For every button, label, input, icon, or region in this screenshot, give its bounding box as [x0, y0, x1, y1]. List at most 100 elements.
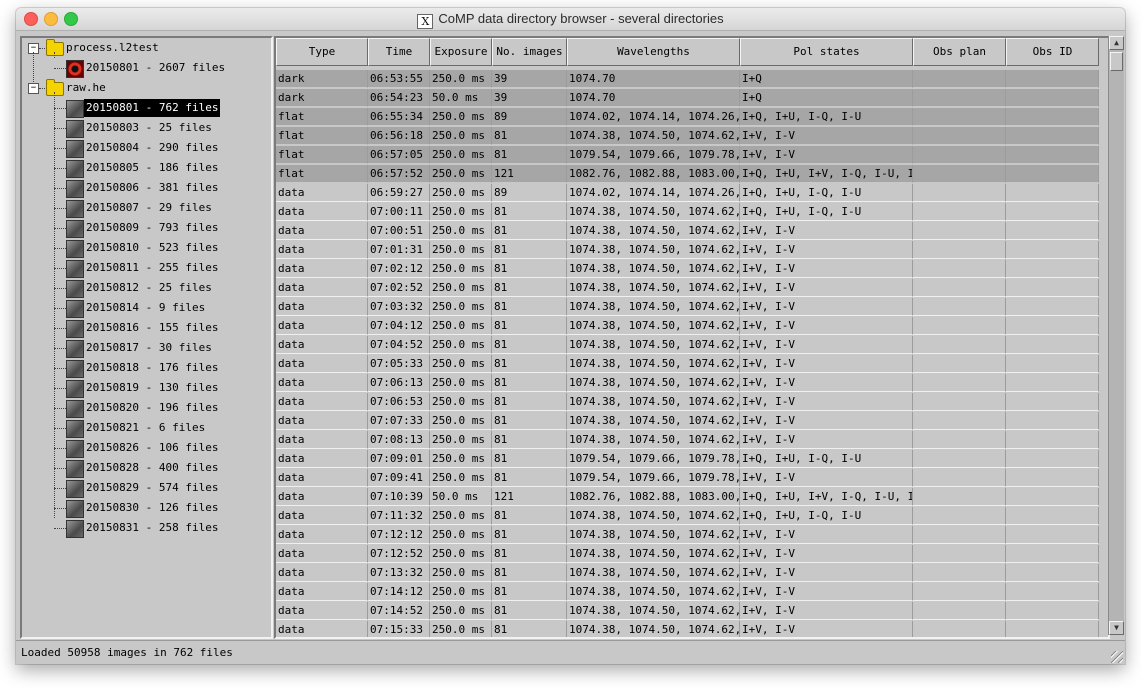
tree-item[interactable]: 20150816 - 155 files	[22, 318, 271, 338]
tree-item[interactable]: 20150809 - 793 files	[22, 218, 271, 238]
tree-item[interactable]: 20150801 - 762 files	[22, 98, 271, 118]
table-row[interactable]: data 07:12:12 250.0 ms 81 1074.38, 1074.50, …	[276, 526, 1099, 545]
cell-no-images: 81	[492, 279, 567, 297]
table-row[interactable]: dark 06:54:23 50.0 ms 39 1074.70 I+Q	[276, 89, 1099, 108]
scroll-down-arrow-icon[interactable]: ▼	[1109, 621, 1124, 635]
scrollbar-thumb[interactable]	[1110, 52, 1123, 71]
tree-item[interactable]: 20150829 - 574 files	[22, 478, 271, 498]
table-row[interactable]: data 07:05:33 250.0 ms 81 1074.38, 1074.50, …	[276, 355, 1099, 374]
cell-obs-plan	[913, 355, 1006, 373]
table-row[interactable]: data 07:14:12 250.0 ms 81 1074.38, 1074.50, …	[276, 583, 1099, 602]
scroll-up-arrow-icon[interactable]: ▲	[1109, 36, 1124, 50]
tree-item[interactable]: 20150820 - 196 files	[22, 398, 271, 418]
table-vertical-scrollbar[interactable]: ▲ ▼	[1108, 36, 1124, 635]
table-row[interactable]: data 07:09:01 250.0 ms 81 1079.54, 1079.66, …	[276, 450, 1099, 469]
table-row[interactable]: flat 06:56:18 250.0 ms 81 1074.38, 1074.50, …	[276, 127, 1099, 146]
cell-exposure: 250.0 ms	[430, 564, 492, 582]
table-row[interactable]: data 07:06:53 250.0 ms 81 1074.38, 1074.50, …	[276, 393, 1099, 412]
resize-grip-icon[interactable]	[1111, 651, 1123, 663]
column-header-obs-plan[interactable]: Obs plan	[913, 38, 1006, 66]
cell-obs-plan	[913, 146, 1006, 164]
table-row[interactable]: data 07:13:32 250.0 ms 81 1074.38, 1074.50, …	[276, 564, 1099, 583]
cell-obs-plan	[913, 336, 1006, 354]
cell-no-images: 81	[492, 336, 567, 354]
tree-root-row[interactable]: − process.l2test	[22, 38, 271, 58]
table-row[interactable]: flat 06:57:52 250.0 ms 121 1082.76, 1082.88,…	[276, 165, 1099, 184]
tree-item[interactable]: 20150806 - 381 files	[22, 178, 271, 198]
table-row[interactable]: flat 06:55:34 250.0 ms 89 1074.02, 1074.14, …	[276, 108, 1099, 127]
cell-obs-plan	[913, 469, 1006, 487]
tree-item[interactable]: 20150803 - 25 files	[22, 118, 271, 138]
table-row[interactable]: data 07:15:33 250.0 ms 81 1074.38, 1074.50, …	[276, 621, 1099, 637]
table-row[interactable]: data 07:02:52 250.0 ms 81 1074.38, 1074.50, …	[276, 279, 1099, 298]
tree-item[interactable]: 20150818 - 176 files	[22, 358, 271, 378]
file-table[interactable]: Type Time Exposure No. images Wavelengths Pol…	[274, 36, 1110, 639]
table-row[interactable]: dark 06:53:55 250.0 ms 39 1074.70 I+Q	[276, 70, 1099, 89]
column-header-wavelengths[interactable]: Wavelengths	[567, 38, 740, 66]
column-header-no-images[interactable]: No. images	[492, 38, 567, 66]
table-row[interactable]: data 06:59:27 250.0 ms 89 1074.02, 1074.14, …	[276, 184, 1099, 203]
tree-item[interactable]: 20150828 - 400 files	[22, 458, 271, 478]
tree-item[interactable]: 20150805 - 186 files	[22, 158, 271, 178]
table-row[interactable]: data 07:04:52 250.0 ms 81 1074.38, 1074.50, …	[276, 336, 1099, 355]
tree-item[interactable]: 20150814 - 9 files	[22, 298, 271, 318]
table-row[interactable]: data 07:07:33 250.0 ms 81 1074.38, 1074.50, …	[276, 412, 1099, 431]
cell-pol-states: I+Q, I+U, I-Q, I-U	[740, 108, 913, 126]
column-header-pol-states[interactable]: Pol states	[740, 38, 913, 66]
cell-time: 07:03:32	[368, 298, 430, 316]
column-header-obs-id[interactable]: Obs ID	[1006, 38, 1099, 66]
cell-type: data	[276, 184, 368, 202]
table-row[interactable]: data 07:10:39 50.0 ms 121 1082.76, 1082.88, …	[276, 488, 1099, 507]
tree-item[interactable]: 20150817 - 30 files	[22, 338, 271, 358]
tree-item[interactable]: 20150830 - 126 files	[22, 498, 271, 518]
tree-item[interactable]: 20150810 - 523 files	[22, 238, 271, 258]
table-row[interactable]: data 07:00:51 250.0 ms 81 1074.38, 1074.50, …	[276, 222, 1099, 241]
cell-exposure: 250.0 ms	[430, 241, 492, 259]
table-row[interactable]: data 07:00:11 250.0 ms 81 1074.38, 1074.50, …	[276, 203, 1099, 222]
tree-item[interactable]: 20150801 - 2607 files	[22, 58, 271, 78]
tree-item[interactable]: 20150831 - 258 files	[22, 518, 271, 538]
table-row[interactable]: data 07:01:31 250.0 ms 81 1074.38, 1074.50, …	[276, 241, 1099, 260]
table-row[interactable]: data 07:08:13 250.0 ms 81 1074.38, 1074.50, …	[276, 431, 1099, 450]
cell-time: 06:55:34	[368, 108, 430, 126]
cell-exposure: 250.0 ms	[430, 336, 492, 354]
directory-tree[interactable]: − process.l2test 20150801 - 2607 files − raw…	[20, 36, 273, 639]
tree-item[interactable]: 20150819 - 130 files	[22, 378, 271, 398]
table-row[interactable]: data 07:03:32 250.0 ms 81 1074.38, 1074.50, …	[276, 298, 1099, 317]
cell-obs-plan	[913, 374, 1006, 392]
tree-item-label: 20150820 - 196 files	[86, 401, 219, 414]
tree-root-row[interactable]: − raw.he	[22, 78, 271, 98]
tree-item[interactable]: 20150811 - 255 files	[22, 258, 271, 278]
cell-exposure: 250.0 ms	[430, 526, 492, 544]
table-row[interactable]: flat 06:57:05 250.0 ms 81 1079.54, 1079.66, …	[276, 146, 1099, 165]
tree-root-label: raw.he	[66, 81, 106, 94]
column-header-type[interactable]: Type	[276, 38, 368, 66]
cell-wavelengths: 1079.54, 1079.66, 1079.78, 10	[567, 450, 740, 468]
cell-no-images: 81	[492, 298, 567, 316]
cell-obs-plan	[913, 241, 1006, 259]
table-row[interactable]: data 07:12:52 250.0 ms 81 1074.38, 1074.50, …	[276, 545, 1099, 564]
cell-type: data	[276, 602, 368, 620]
cell-obs-id	[1006, 279, 1099, 297]
tree-item[interactable]: 20150804 - 290 files	[22, 138, 271, 158]
column-header-time[interactable]: Time	[368, 38, 430, 66]
tree-item[interactable]: 20150826 - 106 files	[22, 438, 271, 458]
cell-exposure: 250.0 ms	[430, 70, 492, 88]
cell-no-images: 81	[492, 222, 567, 240]
tree-item[interactable]: 20150807 - 29 files	[22, 198, 271, 218]
cell-obs-id	[1006, 393, 1099, 411]
title-bar[interactable]: X CoMP data directory browser - several d…	[16, 8, 1125, 31]
table-row[interactable]: data 07:02:12 250.0 ms 81 1074.38, 1074.50, …	[276, 260, 1099, 279]
table-row[interactable]: data 07:06:13 250.0 ms 81 1074.38, 1074.50, …	[276, 374, 1099, 393]
table-row[interactable]: data 07:14:52 250.0 ms 81 1074.38, 1074.50, …	[276, 602, 1099, 621]
cell-exposure: 250.0 ms	[430, 165, 492, 183]
table-row[interactable]: data 07:04:12 250.0 ms 81 1074.38, 1074.50, …	[276, 317, 1099, 336]
collapse-toggle-icon[interactable]: −	[28, 83, 39, 94]
tree-item[interactable]: 20150821 - 6 files	[22, 418, 271, 438]
cell-obs-plan	[913, 393, 1006, 411]
column-header-exposure[interactable]: Exposure	[430, 38, 492, 66]
table-row[interactable]: data 07:11:32 250.0 ms 81 1074.38, 1074.50, …	[276, 507, 1099, 526]
cell-no-images: 81	[492, 260, 567, 278]
tree-item[interactable]: 20150812 - 25 files	[22, 278, 271, 298]
table-row[interactable]: data 07:09:41 250.0 ms 81 1079.54, 1079.66, …	[276, 469, 1099, 488]
